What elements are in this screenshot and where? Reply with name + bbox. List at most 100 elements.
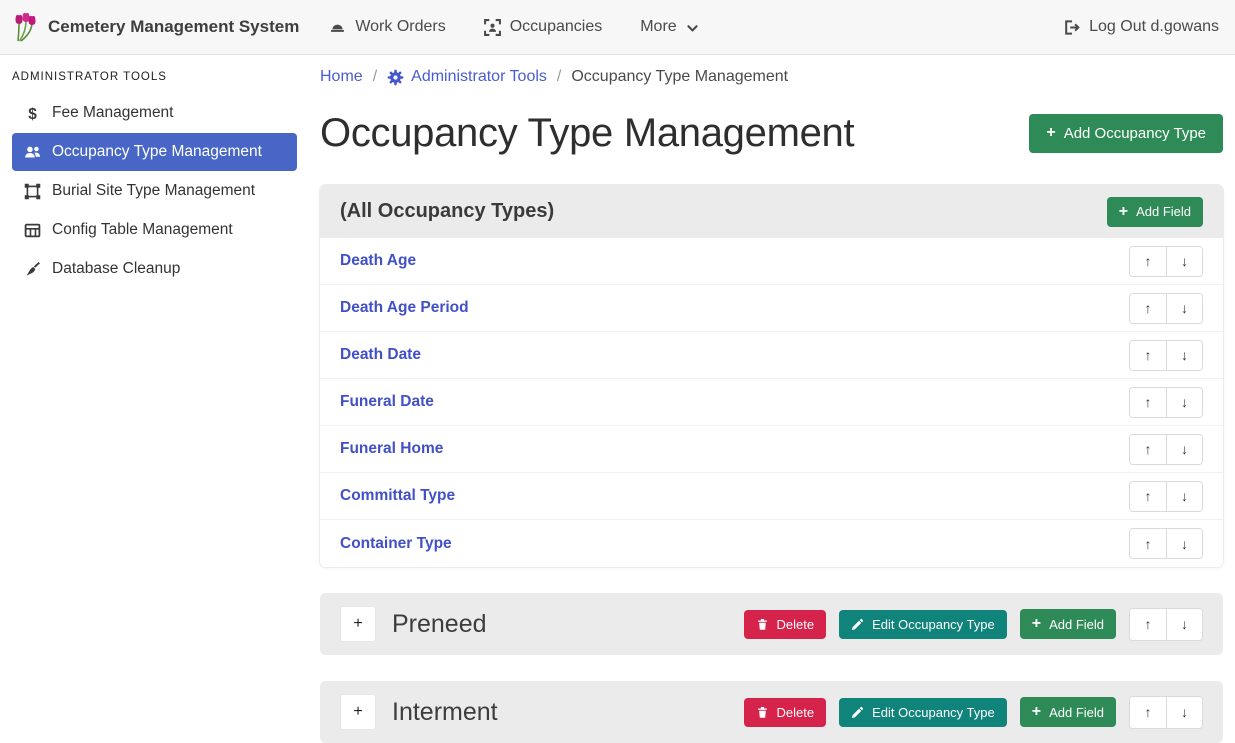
move-down-button[interactable]: ↓ — [1166, 609, 1202, 640]
move-down-button[interactable]: ↓ — [1166, 482, 1202, 511]
gear-icon — [387, 69, 404, 86]
move-up-button[interactable]: ↑ — [1130, 482, 1166, 511]
sidebar-item-config-table-management[interactable]: Config Table Management — [12, 211, 297, 249]
edit-label: Edit Occupancy Type — [872, 705, 995, 720]
all-types-card-header: (All Occupancy Types) + Add Field — [320, 185, 1223, 238]
reorder-buttons: ↑ ↓ — [1129, 246, 1203, 277]
sidebar-item-fee-management[interactable]: Fee Management — [12, 94, 297, 132]
move-up-button[interactable]: ↑ — [1130, 609, 1166, 640]
dollar-icon — [24, 105, 41, 122]
plus-icon: + — [1046, 125, 1055, 141]
expand-section-button[interactable]: + — [340, 694, 376, 730]
field-row: Death Age ↑ ↓ — [320, 238, 1223, 285]
add-field-button[interactable]: + Add Field — [1107, 197, 1203, 227]
breadcrumb-item-home[interactable]: Home — [320, 68, 363, 86]
logout-label: Log Out d.gowans — [1089, 18, 1219, 36]
top-navbar: Cemetery Management System Work Orders O… — [0, 0, 1235, 55]
trash-icon — [756, 706, 769, 719]
app-brand[interactable]: Cemetery Management System — [12, 12, 299, 42]
field-link-death-date[interactable]: Death Date — [340, 346, 421, 364]
move-down-button[interactable]: ↓ — [1166, 435, 1202, 464]
navbar-item-occupancies[interactable]: Occupancies — [484, 18, 603, 36]
expand-section-button[interactable]: + — [340, 606, 376, 642]
field-link-death-age-period[interactable]: Death Age Period — [340, 299, 469, 317]
sidebar-item-label: Fee Management — [52, 104, 174, 122]
field-row: Funeral Date ↑ ↓ — [320, 379, 1223, 426]
logout-icon — [1063, 19, 1080, 36]
sidebar-item-label: Occupancy Type Management — [52, 143, 262, 161]
navbar-item-label: Work Orders — [355, 18, 445, 36]
sidebar-item-label: Burial Site Type Management — [52, 182, 255, 200]
vector-square-icon — [24, 183, 41, 200]
logout-button[interactable]: Log Out d.gowans — [1063, 18, 1219, 36]
navbar-menu: Work Orders Occupancies More — [329, 18, 698, 36]
move-down-button[interactable]: ↓ — [1166, 697, 1202, 728]
reorder-buttons: ↑ ↓ — [1129, 608, 1203, 641]
reorder-buttons: ↑ ↓ — [1129, 528, 1203, 559]
move-up-button[interactable]: ↑ — [1130, 697, 1166, 728]
move-down-button[interactable]: ↓ — [1166, 341, 1202, 370]
field-link-container-type[interactable]: Container Type — [340, 535, 452, 553]
all-types-title: (All Occupancy Types) — [340, 200, 554, 223]
move-down-button[interactable]: ↓ — [1166, 294, 1202, 323]
add-field-button[interactable]: + Add Field — [1020, 609, 1116, 639]
delete-button[interactable]: Delete — [744, 698, 827, 727]
move-up-button[interactable]: ↑ — [1130, 388, 1166, 417]
sidebar-nav: Fee Management Occupancy Type Management… — [0, 94, 300, 288]
field-row: Death Date ↑ ↓ — [320, 332, 1223, 379]
move-down-button[interactable]: ↓ — [1166, 529, 1202, 558]
navbar-item-work-orders[interactable]: Work Orders — [329, 18, 445, 36]
sidebar-item-occupancy-type-management[interactable]: Occupancy Type Management — [12, 133, 297, 171]
section-title: Interment — [392, 698, 498, 727]
field-row: Death Age Period ↑ ↓ — [320, 285, 1223, 332]
move-up-button[interactable]: ↑ — [1130, 294, 1166, 323]
chevron-down-icon — [686, 22, 699, 35]
field-row: Committal Type ↑ ↓ — [320, 473, 1223, 520]
delete-label: Delete — [777, 705, 815, 720]
edit-occupancy-type-button[interactable]: Edit Occupancy Type — [839, 698, 1007, 727]
breadcrumb-item-label: Administrator Tools — [411, 68, 547, 86]
field-link-death-age[interactable]: Death Age — [340, 252, 416, 270]
plus-icon: + — [1119, 204, 1128, 220]
navbar-item-label: Occupancies — [510, 18, 603, 36]
edit-label: Edit Occupancy Type — [872, 617, 995, 632]
move-down-button[interactable]: ↓ — [1166, 247, 1202, 276]
breadcrumb: Home / Administrator Tools / Occupancy T… — [320, 65, 1223, 89]
edit-occupancy-type-button[interactable]: Edit Occupancy Type — [839, 610, 1007, 639]
move-up-button[interactable]: ↑ — [1130, 435, 1166, 464]
all-occupancy-types-card: (All Occupancy Types) + Add Field Death … — [320, 185, 1223, 567]
add-occupancy-type-button[interactable]: + Add Occupancy Type — [1029, 114, 1223, 153]
field-link-committal-type[interactable]: Committal Type — [340, 487, 455, 505]
delete-label: Delete — [777, 617, 815, 632]
users-icon — [24, 144, 41, 161]
move-down-button[interactable]: ↓ — [1166, 388, 1202, 417]
move-up-button[interactable]: ↑ — [1130, 529, 1166, 558]
field-link-funeral-home[interactable]: Funeral Home — [340, 440, 443, 458]
field-link-funeral-date[interactable]: Funeral Date — [340, 393, 434, 411]
main-content: Home / Administrator Tools / Occupancy T… — [300, 55, 1235, 738]
reorder-buttons: ↑ ↓ — [1129, 387, 1203, 418]
delete-button[interactable]: Delete — [744, 610, 827, 639]
breadcrumb-item-occupancy-type-management: Occupancy Type Management — [571, 68, 788, 86]
navbar-item-more[interactable]: More — [640, 18, 698, 36]
move-up-button[interactable]: ↑ — [1130, 341, 1166, 370]
trash-icon — [756, 618, 769, 631]
app-title: Cemetery Management System — [48, 17, 299, 37]
reorder-buttons: ↑ ↓ — [1129, 293, 1203, 324]
sidebar-item-burial-site-type-management[interactable]: Burial Site Type Management — [12, 172, 297, 210]
breadcrumb-separator: / — [557, 68, 561, 86]
sidebar-item-database-cleanup[interactable]: Database Cleanup — [12, 250, 297, 288]
occupancy-frame-icon — [484, 19, 501, 36]
add-field-label: Add Field — [1136, 204, 1191, 219]
plus-icon: + — [1032, 616, 1041, 632]
move-up-button[interactable]: ↑ — [1130, 247, 1166, 276]
plus-icon: + — [1032, 704, 1041, 720]
breadcrumb-item-administrator-tools[interactable]: Administrator Tools — [387, 68, 547, 86]
add-field-button[interactable]: + Add Field — [1020, 697, 1116, 727]
navbar-item-label: More — [640, 18, 676, 36]
reorder-buttons: ↑ ↓ — [1129, 340, 1203, 371]
reorder-buttons: ↑ ↓ — [1129, 434, 1203, 465]
add-occupancy-type-label: Add Occupancy Type — [1064, 125, 1206, 142]
add-field-label: Add Field — [1049, 705, 1104, 720]
occupancy-type-section-interment: + Interment Delete Edit Occupancy Type +… — [320, 681, 1223, 743]
